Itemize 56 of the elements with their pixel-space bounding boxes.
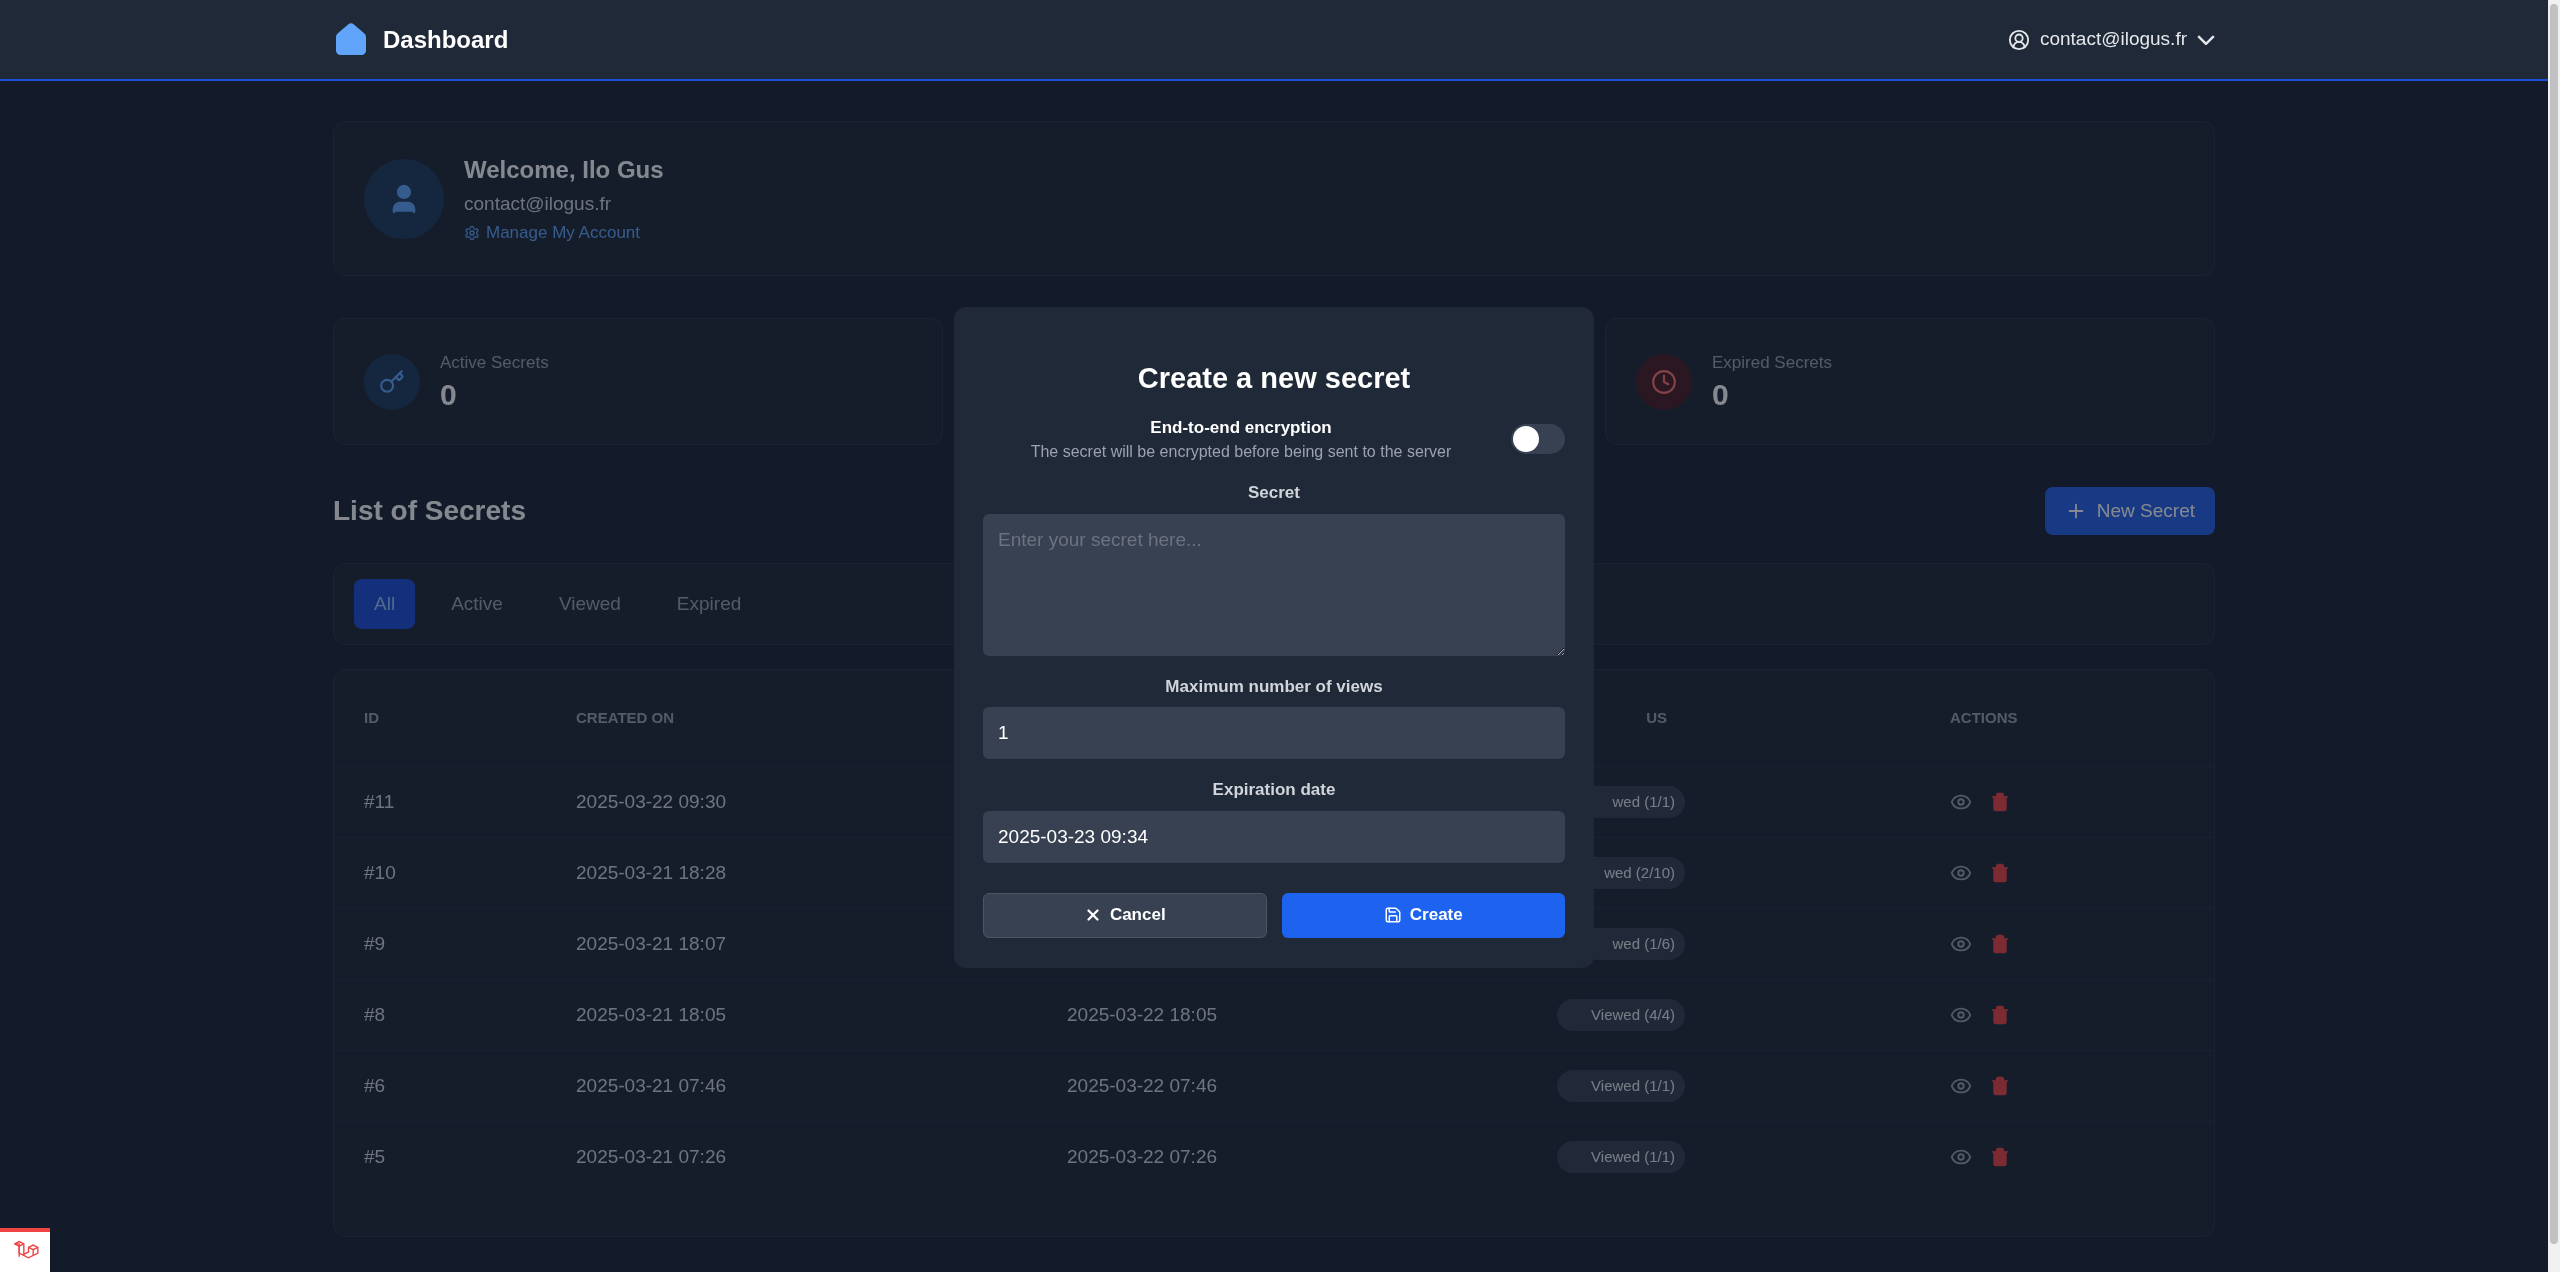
field-label: Expiration date [1212,779,1336,801]
delete-icon[interactable] [1990,792,2010,812]
option-description: The secret will be encrypted before being sent to the server [1030,442,1452,462]
dashboard-link[interactable]: Dashboard [333,21,509,58]
stat-label: Expired Secrets [1712,352,1832,374]
section-title: List of Secrets [333,494,526,528]
user-menu[interactable]: contact@ilogus.fr [2007,25,2215,54]
status-badge: Viewed (1/1) [1557,1070,1685,1102]
dialog-title: Create a new secret [1137,361,1411,396]
column-header: ACTIONS [1950,707,2019,728]
delete-icon[interactable] [1990,1076,2010,1096]
table-cell-text: #6 [364,1073,386,1098]
field-label: Maximum number of views [1165,675,1383,698]
column-header: CREATED ON [576,707,676,728]
column-header: US [1646,707,1667,728]
field-label: Secret [1248,482,1300,504]
delete-icon[interactable] [1990,1005,2010,1025]
delete-icon[interactable] [1990,1147,2010,1167]
save-icon [1383,906,1402,924]
chevron-icon [2197,34,2215,45]
stat-value: 0 [440,376,458,413]
column-header: ID [364,707,380,728]
new-secret-button[interactable]: New Secret [2044,487,2215,535]
scrollbar[interactable] [2548,0,2560,1272]
delete-icon[interactable] [1990,863,2010,883]
table-cell-text: 2025-03-22 07:26 [1067,1144,1217,1169]
table-cell-text: 2025-03-22 18:05 [1067,1002,1217,1027]
home-icon [333,21,369,58]
cancel-button[interactable]: Cancel [983,892,1267,938]
table-cell-text: #9 [364,931,386,956]
table-cell-text: #10 [364,860,396,885]
table-cell-text: 2025-03-22 09:30 [576,789,726,814]
expiration-field[interactable]: 2025-03-23 09:34 [983,810,1565,863]
table-cell-text: #8 [364,1002,386,1027]
settings-icon [464,224,480,241]
table-cell-text: 2025-03-21 18:05 [576,1002,726,1027]
encryption-toggle[interactable] [1511,424,1565,455]
option-label: End-to-end encryption [1150,416,1332,439]
table-cell-text: #11 [364,789,395,814]
table-cell-text: 2025-03-21 18:07 [576,931,726,956]
max-views-field[interactable]: 1 [983,707,1565,759]
stat-label: Active Secrets [440,352,549,374]
table-cell-text: #5 [364,1144,386,1169]
user-icon [2007,28,2030,51]
table-cell-text: 2025-03-21 18:28 [576,860,726,885]
welcome-title: Welcome, Ilo Gus [464,154,664,185]
table-cell-text: 2025-03-21 07:46 [576,1073,726,1098]
status-badge: Viewed (1/1) [1557,1141,1685,1173]
table-cell-text: 2025-03-22 07:46 [1067,1073,1217,1098]
stat-value: 0 [1712,376,1730,413]
table-cell-text: 2025-03-21 07:26 [576,1144,726,1169]
create-button[interactable]: Create [1281,892,1565,938]
status-badge: Viewed (4/4) [1557,999,1685,1031]
user-email: contact@ilogus.fr [464,191,613,216]
delete-icon[interactable] [1990,934,2010,954]
framework-logo[interactable] [0,1228,50,1272]
